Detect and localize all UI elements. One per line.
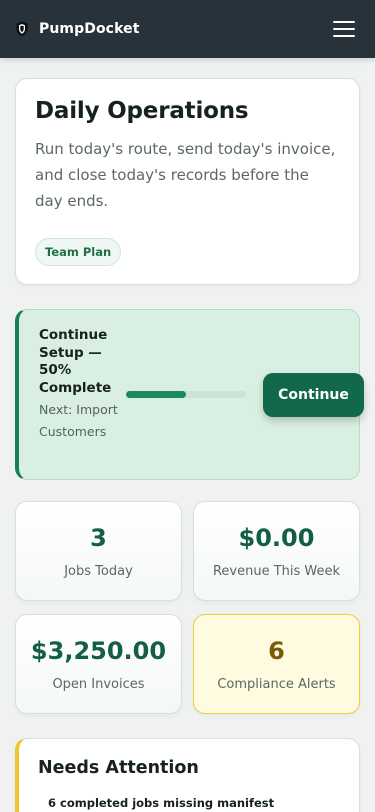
daily-operations-card: Daily Operations Run today's route, send… [15,78,360,285]
stat-label: Revenue This Week [212,563,341,579]
needs-attention-card: Needs Attention 6 completed jobs missing… [15,738,360,812]
attention-item[interactable]: 6 completed jobs missing manifest [38,796,340,810]
stat-value: 6 [268,636,285,665]
page-title: Daily Operations [35,98,249,124]
continue-button[interactable]: Continue [263,373,364,417]
shield-icon [16,21,28,37]
stat-revenue-this-week[interactable]: $0.00 Revenue This Week [193,501,360,601]
hamburger-menu-icon[interactable] [333,21,355,37]
stat-open-invoices[interactable]: $3,250.00 Open Invoices [15,614,182,714]
stat-compliance-alerts[interactable]: 6 Compliance Alerts [193,614,360,714]
setup-progress-bar [126,391,246,398]
stat-jobs-today[interactable]: 3 Jobs Today [15,501,182,601]
setup-progress-card: Continue Setup — 50% Complete Next: Impo… [15,309,364,480]
stat-value: $0.00 [238,523,315,552]
setup-next-step: Next: Import Customers [39,402,118,439]
plan-badge: Team Plan [35,238,122,266]
top-nav-bar: PumpDocket [0,0,375,58]
setup-progress-fill [126,391,186,398]
page-description: Run today's route, send today's invoice,… [35,140,336,210]
brand-name[interactable]: PumpDocket [39,21,140,37]
setup-title: Continue Setup — 50% Complete [39,327,112,396]
stat-label: Jobs Today [64,563,133,579]
stat-label: Compliance Alerts [217,676,336,692]
stat-label: Open Invoices [52,676,145,692]
stat-value: 3 [90,523,107,552]
stat-value: $3,250.00 [30,636,167,665]
section-title: Needs Attention [38,758,199,778]
